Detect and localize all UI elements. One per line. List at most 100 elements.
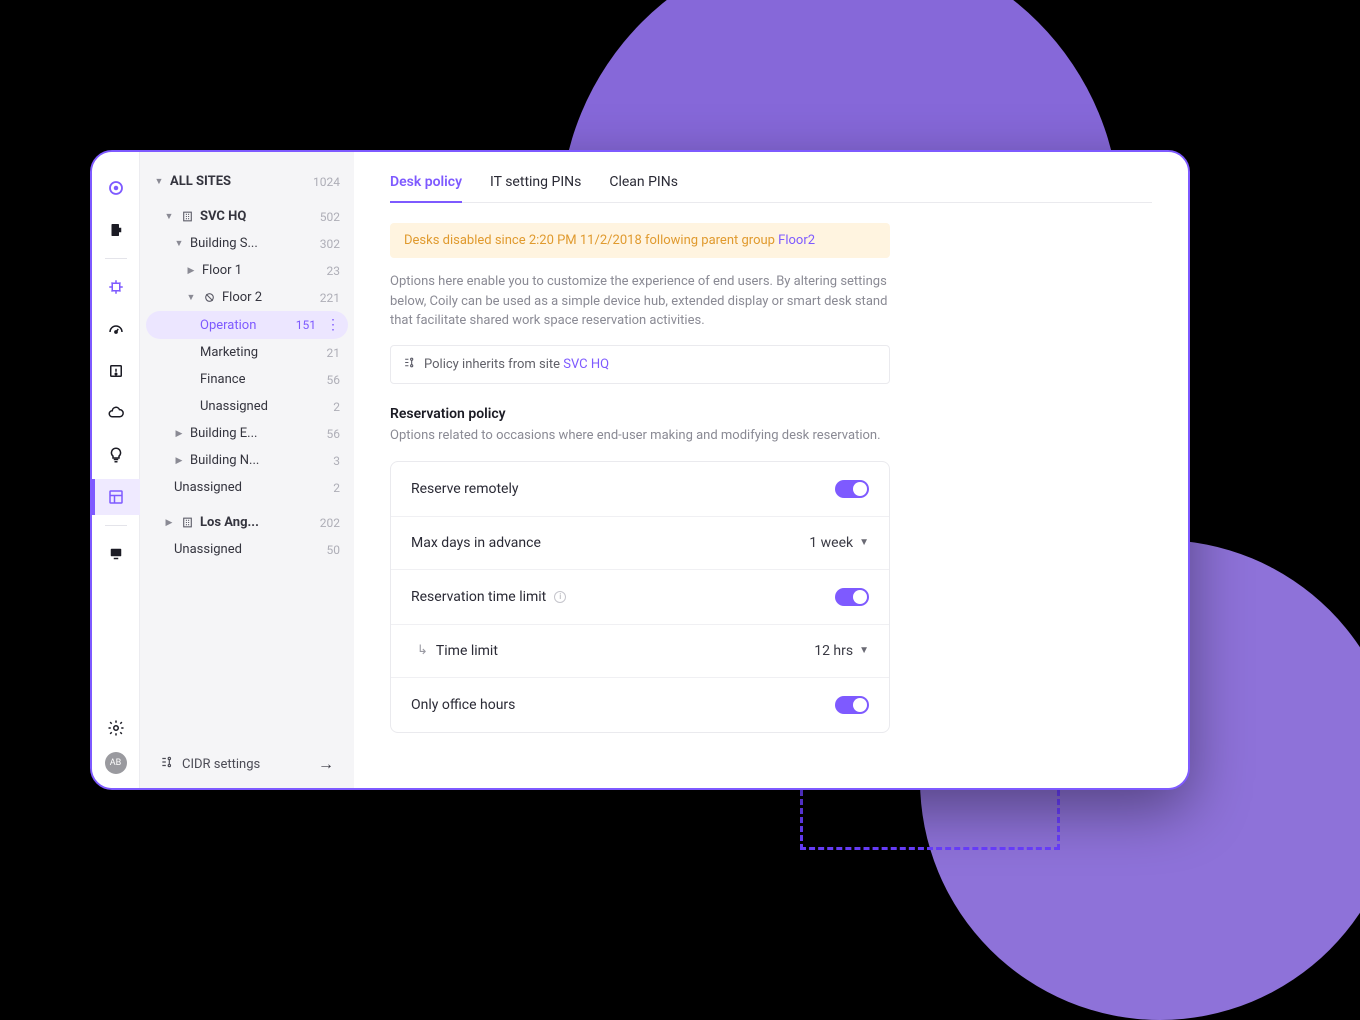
nav-desktop[interactable] — [92, 536, 140, 572]
row-time-limit: ↳ Time limit 12 hrs ▼ — [391, 625, 889, 678]
tree-label: Building N... — [190, 453, 259, 468]
tree-unassigned-la[interactable]: Unassigned 50 — [146, 536, 348, 563]
section-description: Options related to occasions where end-u… — [390, 428, 1152, 443]
row-office-hours: Only office hours — [391, 678, 889, 732]
nav-logo[interactable] — [92, 170, 140, 206]
tree-los-ang[interactable]: ▶ Los Ang... 202 — [146, 509, 348, 536]
row-label: Max days in advance — [411, 535, 541, 551]
rail-divider — [105, 258, 127, 259]
tree-label: Unassigned — [200, 399, 268, 414]
tree-label: Building E... — [190, 426, 257, 441]
alert-text: Desks disabled since 2:20 PM 11/2/2018 f… — [404, 233, 778, 248]
inherit-tree-icon — [403, 356, 416, 373]
building-icon — [180, 516, 194, 530]
office-hours-toggle[interactable] — [835, 696, 869, 714]
nav-gauge[interactable] — [92, 311, 140, 347]
chevron-down-icon: ▼ — [859, 645, 869, 656]
tree-building-e[interactable]: ▶ Building E... 56 — [146, 420, 348, 447]
settings-tree-icon — [160, 755, 174, 773]
alert-link[interactable]: Floor2 — [778, 233, 815, 248]
monitor-icon — [107, 545, 125, 563]
tree-count: 151 — [296, 318, 316, 332]
gear-icon — [107, 719, 125, 737]
page-description: Options here enable you to customize the… — [390, 272, 890, 331]
tree-count: 302 — [320, 237, 340, 251]
caret-right-icon: ▶ — [174, 456, 184, 466]
chevron-down-icon: ▼ — [859, 537, 869, 548]
main-content: Desk policy IT setting PINs Clean PINs D… — [354, 152, 1188, 788]
lightbulb-icon — [107, 446, 125, 464]
tree-label: Unassigned — [174, 480, 242, 495]
tree-operation[interactable]: Operation 151 ⋮ — [146, 311, 348, 339]
alert-box-icon — [107, 362, 125, 380]
tree-finance[interactable]: Finance 56 — [146, 366, 348, 393]
tree-marketing[interactable]: Marketing 21 — [146, 339, 348, 366]
tree-unassigned-floor2[interactable]: Unassigned 2 — [146, 393, 348, 420]
sidebar: ▼ ALL SITES 1024 ▼ SVC HQ 502 ▼ Building… — [140, 152, 354, 788]
row-time-limit-toggle: Reservation time limit i — [391, 570, 889, 625]
tree-floor2[interactable]: ▼ Floor 2 221 — [146, 284, 348, 311]
tab-desk-policy[interactable]: Desk policy — [390, 174, 462, 202]
tab-clean-pins[interactable]: Clean PINs — [609, 174, 678, 202]
cidr-settings-label: CIDR settings — [182, 757, 260, 772]
tree-count: 50 — [327, 543, 341, 557]
chip-icon — [107, 278, 125, 296]
nav-layout[interactable] — [92, 479, 140, 515]
dropdown-value: 12 hrs — [814, 643, 853, 659]
tree-count: 21 — [327, 346, 341, 360]
avatar[interactable]: AB — [105, 752, 127, 774]
cidr-settings-button[interactable]: CIDR settings → — [146, 740, 348, 788]
tree-label: SVC HQ — [200, 209, 246, 224]
caret-down-icon: ▼ — [186, 292, 196, 303]
tree-count: 1024 — [313, 175, 340, 189]
nav-alerts[interactable] — [92, 353, 140, 389]
inherit-site-link[interactable]: SVC HQ — [563, 357, 609, 372]
tree-count: 221 — [320, 291, 340, 305]
app-window: AB ▼ ALL SITES 1024 ▼ SVC HQ 502 ▼ Build… — [90, 150, 1190, 790]
tree-label: Floor 1 — [202, 263, 242, 278]
caret-right-icon: ▶ — [174, 429, 184, 439]
max-days-dropdown[interactable]: 1 week ▼ — [809, 535, 869, 551]
layout-icon — [107, 488, 125, 506]
inherit-text: Policy inherits from site — [424, 357, 563, 372]
tree-label: Operation — [200, 318, 256, 333]
nav-cloud[interactable] — [92, 395, 140, 431]
tree-count: 502 — [320, 210, 340, 224]
caret-down-icon: ▼ — [154, 176, 164, 187]
caret-right-icon: ▶ — [164, 518, 174, 528]
tree-count: 56 — [327, 373, 341, 387]
kebab-icon[interactable]: ⋮ — [322, 317, 340, 333]
row-label: ↳ Time limit — [411, 643, 498, 659]
cloud-icon — [107, 404, 125, 422]
tree-floor1[interactable]: ▶ Floor 1 23 — [146, 257, 348, 284]
sub-arrow-icon: ↳ — [411, 643, 428, 658]
tree-unassigned-svc[interactable]: Unassigned 2 — [146, 474, 348, 501]
reservation-policy-card: Reserve remotely Max days in advance 1 w… — [390, 461, 890, 733]
arrow-right-icon: → — [318, 754, 334, 774]
gauge-icon — [107, 320, 125, 338]
row-reserve-remotely: Reserve remotely — [391, 462, 889, 517]
nav-devices[interactable] — [92, 269, 140, 305]
tree-all-sites[interactable]: ▼ ALL SITES 1024 — [146, 168, 348, 195]
alert-banner: Desks disabled since 2:20 PM 11/2/2018 f… — [390, 223, 890, 258]
disabled-icon — [202, 291, 216, 305]
tree-label: ALL SITES — [170, 174, 231, 189]
tree-svc-hq[interactable]: ▼ SVC HQ 502 — [146, 203, 348, 230]
caret-down-icon: ▼ — [174, 238, 184, 249]
tree-building-s[interactable]: ▼ Building S... 302 — [146, 230, 348, 257]
tree-label: Los Ang... — [200, 515, 259, 530]
info-icon[interactable]: i — [554, 591, 566, 603]
door-icon — [107, 221, 125, 239]
time-limit-dropdown[interactable]: 12 hrs ▼ — [814, 643, 869, 659]
tab-it-pins[interactable]: IT setting PINs — [490, 174, 581, 202]
reservation-time-limit-toggle[interactable] — [835, 588, 869, 606]
settings-button[interactable] — [92, 714, 140, 742]
reserve-remotely-toggle[interactable] — [835, 480, 869, 498]
nav-dashboard[interactable] — [92, 212, 140, 248]
tree-count: 23 — [327, 264, 341, 278]
building-icon — [180, 210, 194, 224]
tree-count: 2 — [333, 481, 340, 495]
row-label: Only office hours — [411, 697, 515, 713]
nav-ideas[interactable] — [92, 437, 140, 473]
tree-building-n[interactable]: ▶ Building N... 3 — [146, 447, 348, 474]
